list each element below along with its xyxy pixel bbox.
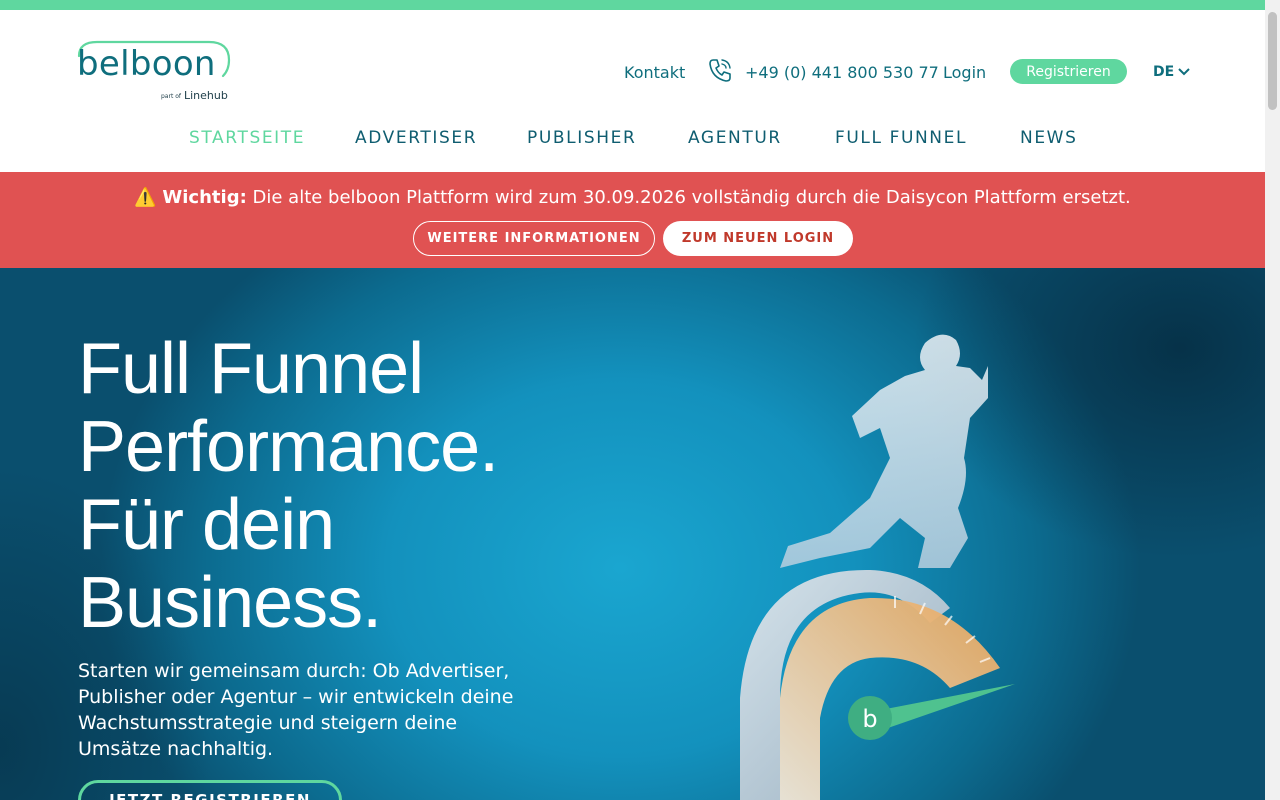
site-header: belboon part of Linehub Kontakt +49 (0) 4… — [0, 10, 1265, 172]
chevron-down-icon — [1178, 68, 1190, 76]
warning-icon: ⚠️ — [134, 187, 157, 208]
hero-title: Full Funnel Performance. Für dein Busine… — [78, 330, 638, 642]
top-accent-bar — [0, 0, 1265, 10]
logo-part-of: part of — [161, 92, 181, 100]
nav-news[interactable]: NEWS — [1020, 128, 1077, 148]
nav-advertiser[interactable]: ADVERTISER — [355, 128, 477, 148]
scrollbar-thumb[interactable] — [1268, 12, 1277, 110]
hero-title-line: Für dein — [78, 485, 335, 565]
notice-message: Die alte belboon Plattform wird zum 30.0… — [246, 187, 1131, 208]
language-selector[interactable]: DE — [1153, 64, 1190, 80]
register-now-button[interactable]: JETZT REGISTRIEREN — [78, 780, 342, 800]
hero-title-line: Full Funnel — [78, 329, 424, 409]
runner-speedometer-illustration: b — [740, 334, 1015, 800]
hero-title-line: Business. — [78, 563, 382, 643]
phone-icon — [709, 59, 731, 82]
belboon-logo[interactable]: belboon part of Linehub — [77, 40, 237, 108]
important-notice-banner: ⚠️ Wichtig: Die alte belboon Plattform w… — [0, 172, 1265, 268]
logo-linehub: Linehub — [184, 89, 228, 102]
hero-description: Starten wir gemeinsam durch: Ob Advertis… — [78, 660, 514, 760]
hero-section: Full Funnel Performance. Für dein Busine… — [0, 268, 1265, 800]
phone-number-link[interactable]: +49 (0) 441 800 530 77 — [745, 63, 939, 82]
gauge-logo-letter: b — [862, 705, 877, 733]
nav-agentur[interactable]: AGENTUR — [688, 128, 782, 148]
vertical-scrollbar[interactable] — [1265, 0, 1280, 800]
nav-publisher[interactable]: PUBLISHER — [527, 128, 636, 148]
notice-text: ⚠️ Wichtig: Die alte belboon Plattform w… — [0, 187, 1265, 208]
new-login-button[interactable]: ZUM NEUEN LOGIN — [663, 221, 853, 256]
logo-wordmark: belboon — [77, 44, 216, 84]
login-link[interactable]: Login — [943, 63, 986, 82]
nav-startseite[interactable]: STARTSEITE — [189, 128, 305, 148]
language-label: DE — [1153, 64, 1175, 80]
contact-link[interactable]: Kontakt — [624, 63, 685, 82]
register-button[interactable]: Registrieren — [1010, 59, 1127, 84]
hero-title-line: Performance. — [78, 407, 499, 487]
notice-strong: Wichtig: — [162, 187, 247, 208]
logo-subline: part of Linehub — [161, 89, 228, 102]
more-info-button[interactable]: WEITERE INFORMATIONEN — [413, 221, 655, 256]
nav-full-funnel[interactable]: FULL FUNNEL — [835, 128, 967, 148]
